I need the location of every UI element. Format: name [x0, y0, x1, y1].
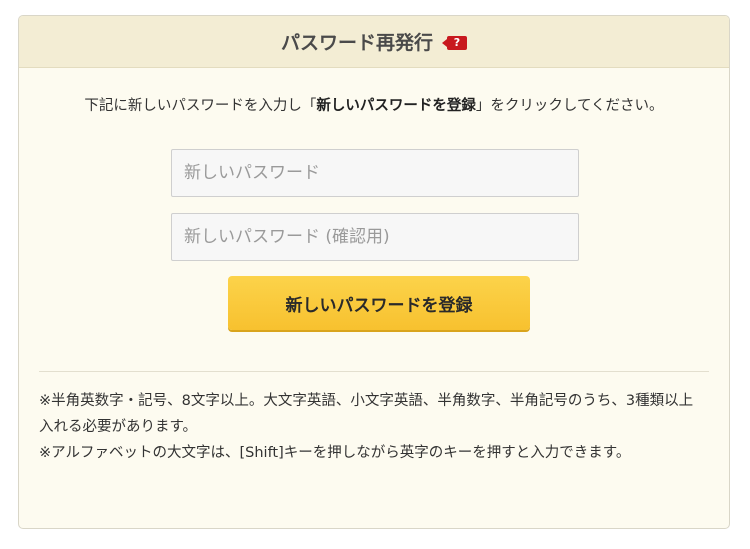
help-icon[interactable]: ? — [442, 35, 467, 50]
note-uppercase: ※アルファベットの大文字は、[Shift]キーを押しながら英字のキーを押すと入力… — [39, 445, 631, 461]
instruction-text: 下記に新しいパスワードを入力し「新しいパスワードを登録」をクリックしてください。 — [19, 94, 729, 115]
divider — [39, 371, 709, 372]
password-reset-card: パスワード再発行 ? 下記に新しいパスワードを入力し「新しいパスワードを登録」を… — [18, 15, 730, 529]
instruction-emphasis: 新しいパスワードを登録 — [316, 98, 476, 114]
page-title: パスワード再発行 — [280, 32, 433, 54]
password-notes: ※半角英数字・記号、8文字以上。大文字英語、小文字英語、半角数字、半角記号のうち… — [39, 388, 699, 466]
instruction-after: 」をクリックしてください。 — [475, 98, 664, 114]
note-requirements: ※半角英数字・記号、8文字以上。大文字英語、小文字英語、半角数字、半角記号のうち… — [39, 393, 694, 435]
instruction-before: 下記に新しいパスワードを入力し「 — [84, 98, 317, 114]
confirm-password-input[interactable] — [171, 213, 579, 261]
help-icon-symbol: ? — [453, 35, 461, 49]
register-password-button[interactable]: 新しいパスワードを登録 — [228, 276, 530, 330]
card-header: パスワード再発行 ? — [19, 16, 729, 68]
new-password-input[interactable] — [171, 149, 579, 197]
